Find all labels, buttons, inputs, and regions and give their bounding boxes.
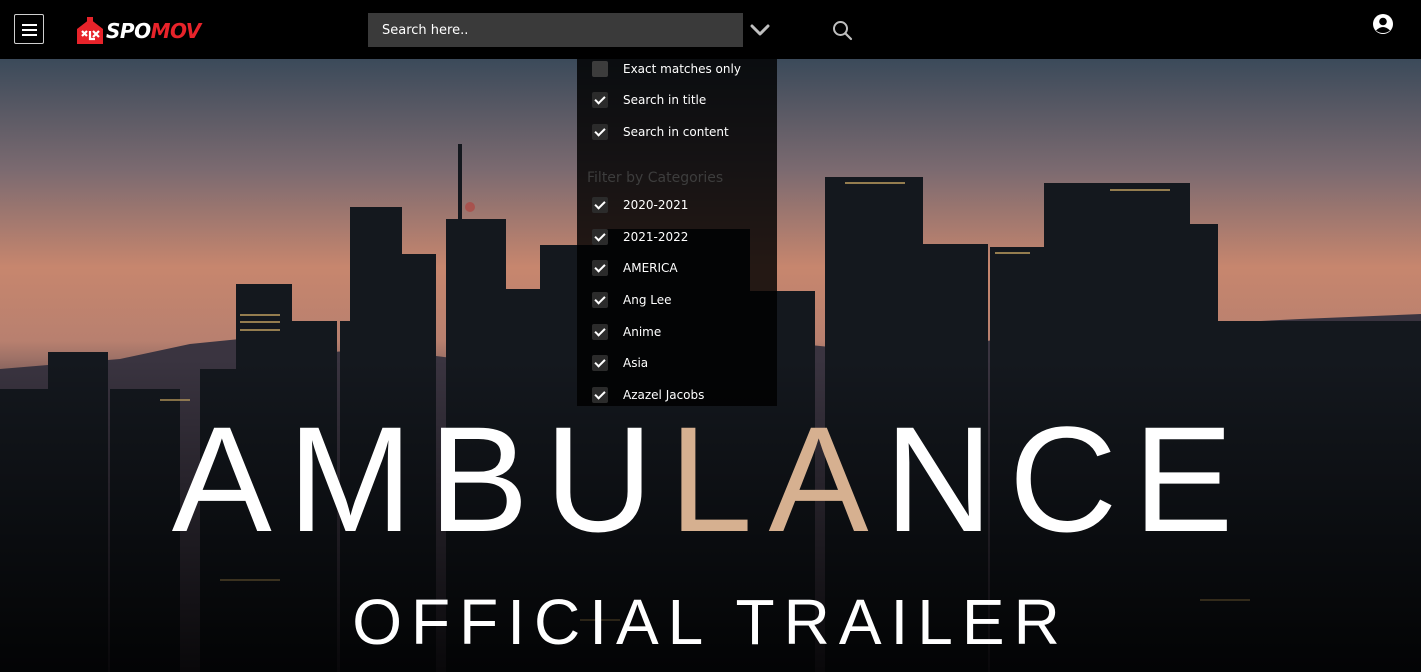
user-icon[interactable] <box>1371 12 1395 36</box>
category-item[interactable]: 2021-2022 <box>592 227 688 247</box>
page: SPOMOV Search here.. AMBULANCE OFFICIAL … <box>0 0 1421 672</box>
option-label: Exact matches only <box>623 62 741 76</box>
category-label: AMERICA <box>623 261 678 275</box>
category-label: 2021-2022 <box>623 230 689 244</box>
checkbox[interactable] <box>592 61 608 77</box>
checkbox[interactable] <box>592 92 608 108</box>
checkbox[interactable] <box>592 260 608 276</box>
category-label: Asia <box>623 356 649 370</box>
hamburger-menu-icon[interactable] <box>14 14 44 44</box>
search-icon[interactable] <box>830 18 854 42</box>
checkbox[interactable] <box>592 355 608 371</box>
category-label: Ang Lee <box>623 293 672 307</box>
checkbox[interactable] <box>592 124 608 140</box>
option-exact-matches[interactable]: Exact matches only <box>592 59 741 79</box>
option-search-in-title[interactable]: Search in title <box>592 90 706 110</box>
option-label: Search in title <box>623 93 707 107</box>
category-item[interactable]: Asia <box>592 353 648 373</box>
logo-house-icon <box>77 17 103 44</box>
category-item[interactable]: AMERICA <box>592 258 678 278</box>
option-search-in-content[interactable]: Search in content <box>592 122 729 142</box>
category-item[interactable]: Anime <box>592 322 661 342</box>
top-header: SPOMOV <box>0 0 1421 59</box>
search-options-dropdown: Exact matches only Search in title Searc… <box>577 59 777 406</box>
checkbox[interactable] <box>592 197 608 213</box>
logo-text: SPOMOV <box>106 19 201 43</box>
logo-text-red: MOV <box>150 19 202 43</box>
site-logo[interactable]: SPOMOV <box>75 15 225 45</box>
hero-title: AMBULANCE <box>0 404 1421 554</box>
chevron-down-icon[interactable] <box>748 18 772 42</box>
search-input[interactable] <box>368 13 743 47</box>
hero-title-part1: AMBU <box>171 395 670 563</box>
logo-text-white: SPO <box>106 19 151 43</box>
category-label: Anime <box>623 325 662 339</box>
hero-title-part2: NCE <box>884 395 1250 563</box>
category-item[interactable]: Ang Lee <box>592 290 672 310</box>
checkbox[interactable] <box>592 292 608 308</box>
checkbox[interactable] <box>592 387 608 403</box>
category-item[interactable]: 2020-2021 <box>592 195 688 215</box>
categories-heading: Filter by Categories <box>587 170 724 186</box>
category-label: 2020-2021 <box>623 198 689 212</box>
checkbox[interactable] <box>592 229 608 245</box>
checkbox[interactable] <box>592 324 608 340</box>
category-item[interactable]: Azazel Jacobs <box>592 385 704 405</box>
hero-title-accent: LA <box>669 395 885 563</box>
category-label: Azazel Jacobs <box>623 388 705 402</box>
option-label: Search in content <box>623 125 729 139</box>
hero-subtitle: OFFICIAL TRAILER <box>352 586 1069 658</box>
